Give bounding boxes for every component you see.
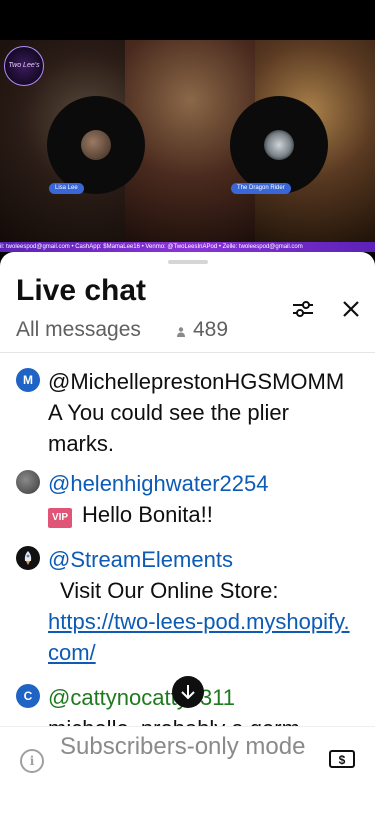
chat-message-body: @MichelleprestonHGSMOMMA You could see t… xyxy=(48,366,356,459)
chat-message-body: @StreamElements Visit Our Online Store: … xyxy=(48,544,356,668)
drag-handle[interactable] xyxy=(168,260,208,264)
viewer-count: 489 xyxy=(193,318,229,341)
close-icon[interactable] xyxy=(338,296,364,322)
guest-label-dragon-rider: The Dragon Rider xyxy=(231,183,291,194)
video-player[interactable]: Two Lee's Lisa Lee The Dragon Rider il: … xyxy=(0,40,375,252)
live-chat-panel: Live chat All messages 489 M @Michellepr… xyxy=(0,252,375,840)
chat-message[interactable]: M @MichelleprestonHGSMOMMA You could see… xyxy=(16,366,356,462)
arrow-down-icon xyxy=(181,685,195,700)
message-text: Hello Bonita!! xyxy=(82,502,213,527)
vip-badge: VIP xyxy=(48,508,72,528)
guest-label-lisa: Lisa Lee xyxy=(49,183,84,194)
chat-input-area: i Subscribers-only mode $ xyxy=(0,726,375,840)
message-text: michelle, probably a germ xyxy=(48,713,356,726)
store-link[interactable]: https://two-lees-pod.myshopify.com/ xyxy=(48,606,356,668)
avatar: M xyxy=(16,368,40,392)
avatar xyxy=(16,546,40,570)
chat-title: Live chat xyxy=(16,274,147,307)
message-author: @helenhighwater2254 xyxy=(48,471,269,496)
subscribers-only-notice: Subscribers-only mode xyxy=(60,733,306,760)
message-text: You could see the plier marks. xyxy=(48,400,289,456)
chat-filter-dropdown[interactable]: All messages xyxy=(16,318,141,342)
message-author: @StreamElements xyxy=(48,547,233,572)
avatar xyxy=(16,470,40,494)
info-icon[interactable]: i xyxy=(20,749,44,773)
guest-avatar xyxy=(264,130,294,160)
header-divider xyxy=(0,352,375,353)
message-text: Visit Our Online Store: xyxy=(60,578,279,603)
person-icon xyxy=(177,327,185,337)
rocket-icon xyxy=(24,551,32,565)
donation-ticker: il: twoleespod@gmail.com • CashApp: $Mam… xyxy=(0,242,375,252)
dollar-bill-icon[interactable]: $ xyxy=(328,747,356,771)
svg-text:$: $ xyxy=(339,753,346,767)
sliders-icon[interactable] xyxy=(290,296,316,322)
avatar: C xyxy=(16,684,40,708)
chat-message[interactable]: @StreamElements Visit Our Online Store: … xyxy=(16,544,356,668)
guest-circle-dragon-rider xyxy=(230,96,328,194)
chat-message-body: @helenhighwater2254 VIP Hello Bonita!! xyxy=(48,468,356,530)
guest-circle-lisa xyxy=(47,96,145,194)
channel-logo: Two Lee's xyxy=(4,46,44,86)
chat-message[interactable]: @helenhighwater2254 VIP Hello Bonita!! xyxy=(16,468,356,534)
guest-avatar xyxy=(81,130,111,160)
scroll-to-bottom-button[interactable] xyxy=(172,676,204,708)
